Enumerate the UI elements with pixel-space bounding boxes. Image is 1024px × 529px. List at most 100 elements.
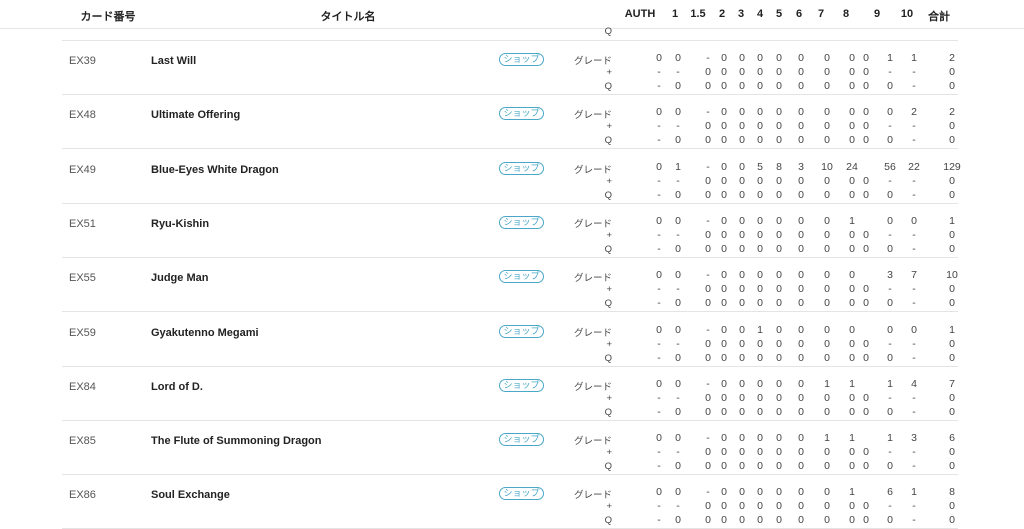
cell-grade: 0 [675,269,681,282]
cell-plus: 0 [824,283,830,296]
card-name[interactable]: Last Will [151,55,196,67]
cell-q: - [912,405,916,418]
row-label-q: Q [604,189,612,201]
row-label-plus: + [606,392,612,404]
cell-plus: 0 [798,283,804,296]
cell-q: - [912,460,916,473]
cell-q: 0 [675,297,681,310]
row-label-q: Q [604,352,612,364]
cell-grade: 0 [798,486,804,499]
cell-grade: 0 [776,486,782,499]
shop-button[interactable]: ショップ [499,53,544,66]
card-name[interactable]: Gyakutenno Megami [151,327,259,339]
cell-q: 0 [776,460,782,473]
cell-q: 0 [887,351,893,364]
cell-grade: 0 [798,106,804,119]
table-row: EX85 The Flute of Summoning Dragon ショップ グレー… [0,421,1024,476]
cell-q: 0 [887,80,893,92]
cell-plus: 0 [798,174,804,187]
cell-q: 0 [824,134,830,147]
cell-grade: 0 [911,323,917,336]
cell-grade: 0 [887,214,893,227]
cell-plus: 0 [863,283,869,296]
cell-q: 0 [798,134,804,147]
cell-q: - [912,242,916,255]
cell-q: 0 [675,405,681,418]
row-label-q: Q [604,461,612,473]
cell-q: 0 [887,405,893,418]
cell-q: 0 [887,242,893,255]
cell-grade: 0 [776,52,782,64]
cell-plus: 0 [824,66,830,78]
cell-grade: 8 [776,160,782,173]
cell-q: - [912,188,916,201]
card-code: EX86 [69,489,96,502]
shop-button[interactable]: ショップ [499,433,544,447]
card-name[interactable]: The Flute of Summoning Dragon [151,435,322,447]
cell-grade: 0 [824,323,830,336]
card-code: EX59 [69,326,96,339]
row-label-plus: + [606,338,612,350]
cell-grade: 22 [908,160,920,173]
cell-grade: 6 [887,486,893,499]
shop-button[interactable]: ショップ [499,270,544,284]
cell-grade: 7 [949,377,955,390]
cell-grade: 0 [675,214,681,227]
cell-q: 0 [949,242,955,255]
shop-button[interactable]: ショップ [499,215,544,229]
shop-button[interactable]: ショップ [499,324,544,338]
shop-button[interactable]: ショップ [499,378,544,392]
cell-q: 0 [675,242,681,255]
cell-grade: 0 [824,106,830,119]
cell-plus: 0 [824,228,830,241]
cell-grade: 1 [849,486,855,499]
cell-plus: - [888,337,892,350]
shop-button[interactable]: ショップ [499,161,544,175]
shop-button[interactable]: ショップ [499,487,544,501]
table-row: EX55 Judge Man ショップ グレード 0 0-0 0 0 0 0 0 0 3 7 10 + - -0 0… [0,258,1024,313]
cell-plus: 0 [824,391,830,404]
card-name[interactable]: Ultimate Offering [151,109,240,121]
cell-grade: 1 [911,52,917,64]
cell-plus: - [676,391,680,404]
card-name[interactable]: Blue-Eyes White Dragon [151,164,279,176]
cell-q: - [912,134,916,147]
row-label-plus: + [606,229,612,241]
cell-plus: - [912,283,916,296]
card-name[interactable]: Lord of D. [151,381,203,393]
card-code: EX39 [69,55,96,67]
table-row: EX51 Ryu-Kishin ショップ グレード 0 0-0 0 0 0 0 0 1 0 0 1 + - -0 0… [0,204,1024,258]
cell-grade: 129 [943,160,961,173]
cell-q: 0 [887,188,893,201]
cell-q: 0 [824,80,830,92]
cell-grade: 3 [887,269,893,282]
cell-grade: 1 [949,323,955,336]
cell-grade: 2 [911,106,917,119]
row-label-grade: グレード [573,490,612,502]
cell-plus: - [676,283,680,296]
cell-plus: - [912,174,916,187]
cell-grade: 0 [776,323,782,336]
card-name[interactable]: Judge Man [151,272,208,284]
cell-plus: 0 [798,391,804,404]
cell-grade: 0 [675,377,681,390]
cell-grade: 0 [798,432,804,445]
card-code: EX84 [69,380,96,393]
card-name[interactable]: Ryu-Kishin [151,218,209,230]
cell-grade: 0 [849,269,855,282]
cell-grade: 1 [849,377,855,390]
cell-grade: 0 [675,432,681,445]
card-name[interactable]: Soul Exchange [151,489,230,501]
cell-grade: 0 [675,323,681,336]
cell-q: 0 [776,297,782,310]
header-title: タイトル名 [320,11,376,23]
cell-plus: 0 [824,120,830,133]
cell-plus: - [912,228,916,241]
row-label-plus: + [606,121,612,133]
row-label-q: Q [604,81,612,92]
shop-button[interactable]: ショップ [499,107,544,121]
cell-grade: 4 [911,377,917,390]
row-label-q: Q [604,135,612,147]
cell-grade: 0 [849,323,855,336]
cell-plus: 0 [798,228,804,241]
